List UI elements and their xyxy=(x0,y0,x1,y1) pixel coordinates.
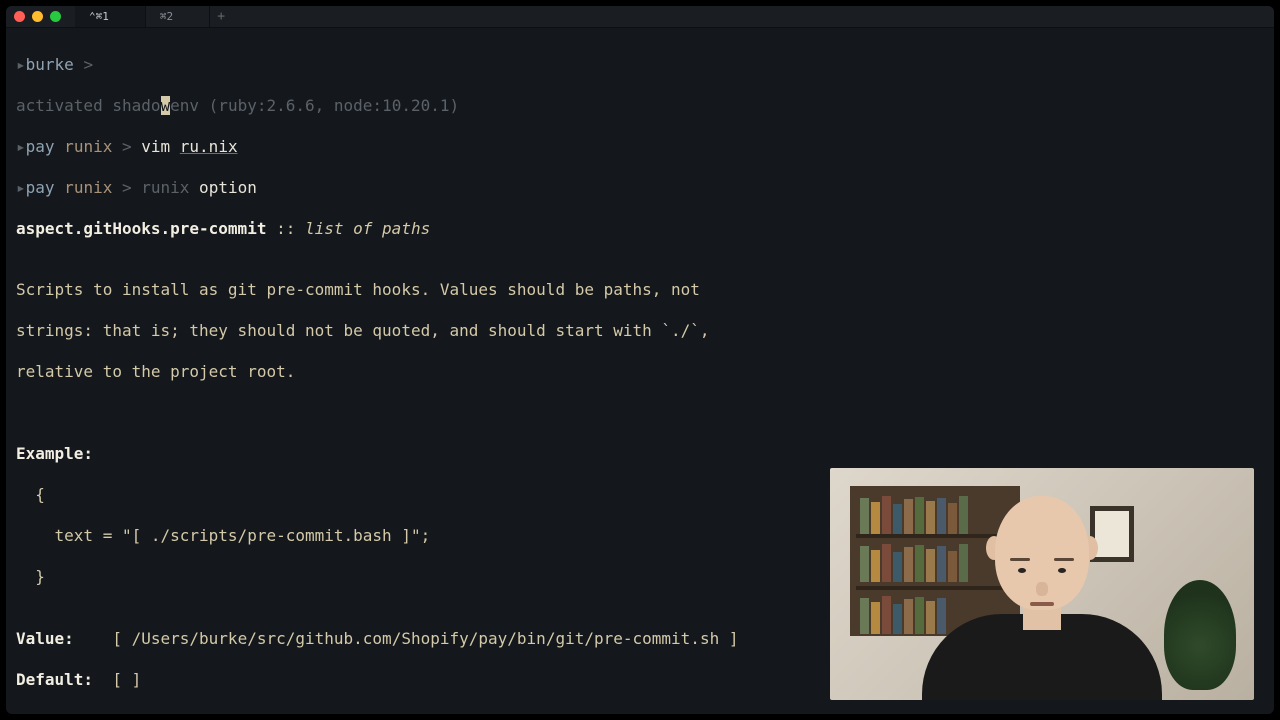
tab-bar: ⌃⌘1 ⌘2 + xyxy=(75,6,232,27)
close-icon[interactable] xyxy=(14,11,25,22)
prompt-marker: ▸ xyxy=(16,55,26,74)
default-value: [ ] xyxy=(103,670,142,689)
prompt-sep: > xyxy=(74,55,93,74)
webcam-overlay xyxy=(830,468,1254,700)
prompt-dir: runix xyxy=(55,178,113,197)
titlebar: ⌃⌘1 ⌘2 + xyxy=(6,6,1274,28)
text: activated shado xyxy=(16,96,161,115)
text: w xyxy=(161,96,171,115)
cmd-line-runix: ▸pay runix > runix option xyxy=(16,178,1264,199)
option-title: aspect.gitHooks.pre-commit :: list of pa… xyxy=(16,219,1264,240)
default-label: Default: xyxy=(16,670,103,689)
prompt-marker: ▸ xyxy=(16,178,26,197)
prompt-line: ▸burke > xyxy=(16,55,1264,76)
prompt-context: pay xyxy=(26,178,55,197)
prompt-dir: runix xyxy=(55,137,113,156)
prompt-marker: ▸ xyxy=(16,137,26,156)
prompt-context: pay xyxy=(26,137,55,156)
cmd: vim xyxy=(141,137,180,156)
tab-2[interactable]: ⌘2 xyxy=(146,6,210,27)
option-type: list of paths xyxy=(305,219,430,238)
window-controls xyxy=(14,11,61,22)
plant xyxy=(1164,580,1236,690)
option-desc: relative to the project root. xyxy=(16,362,1264,383)
sep: :: xyxy=(266,219,305,238)
text: env (ruby:2.6.6, node:10.20.1) xyxy=(170,96,459,115)
option-desc: strings: that is; they should not be quo… xyxy=(16,321,1264,342)
prompt-sep: > xyxy=(112,137,141,156)
minimize-icon[interactable] xyxy=(32,11,43,22)
cmd-line-vim: ▸pay runix > vim ru.nix xyxy=(16,137,1264,158)
new-tab-button[interactable]: + xyxy=(210,6,232,27)
terminal-window: ⌃⌘1 ⌘2 + ▸burke > activated shadowenv (r… xyxy=(6,6,1274,714)
cmd-arg: option xyxy=(189,178,256,197)
value-label: Value: xyxy=(16,629,103,648)
prompt-context: burke xyxy=(26,55,74,74)
option-name: aspect.gitHooks.pre-commit xyxy=(16,219,266,238)
value: [ /Users/burke/src/github.com/Shopify/pa… xyxy=(103,629,739,648)
cmd: runix xyxy=(141,178,189,197)
example-heading: Example: xyxy=(16,444,1264,465)
cmd-arg: ru.nix xyxy=(180,137,238,156)
prompt-sep: > xyxy=(112,178,141,197)
tab-1[interactable]: ⌃⌘1 xyxy=(75,6,146,27)
option-desc: Scripts to install as git pre-commit hoo… xyxy=(16,280,1264,301)
zoom-icon[interactable] xyxy=(50,11,61,22)
shadowenv-line: activated shadowenv (ruby:2.6.6, node:10… xyxy=(16,96,1264,117)
presenter-head xyxy=(995,496,1089,610)
